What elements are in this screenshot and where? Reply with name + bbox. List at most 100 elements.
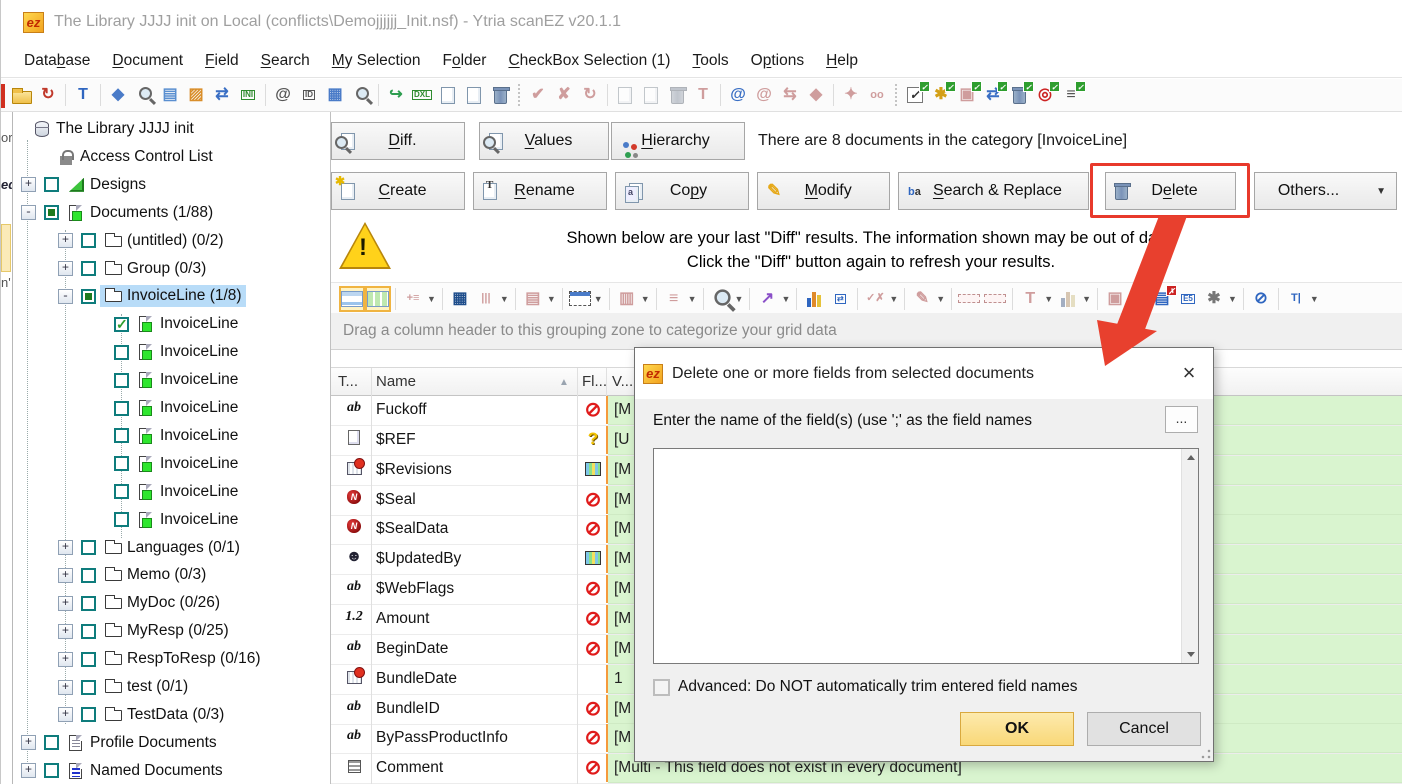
tree-item-myresp[interactable]: +MyResp (0/25) (13, 617, 331, 645)
delete-selection-icon[interactable]: ✓ (1006, 82, 1032, 108)
menu-field[interactable]: Field (194, 46, 250, 76)
diamond-document-icon[interactable]: ◆ (803, 82, 829, 108)
tree-checkbox-empty[interactable] (114, 512, 129, 527)
tree-checkbox-empty[interactable] (81, 568, 96, 583)
layout-classic-icon[interactable] (339, 286, 365, 312)
dialog-close-icon[interactable]: × (1175, 360, 1203, 388)
tree-item-resptoresp[interactable]: +RespToResp (0/16) (13, 645, 331, 673)
tree-checkbox-checked[interactable] (114, 317, 129, 332)
new-document-icon[interactable] (435, 82, 461, 108)
diff-button[interactable]: Diff. (331, 122, 465, 160)
expand-icon[interactable]: + (58, 540, 73, 555)
tree-item-database-root[interactable]: The Library JJJJ init (13, 115, 331, 143)
database-analysis-icon[interactable]: ▤ (157, 82, 183, 108)
dropdown-caret-icon[interactable]: ▼ (936, 294, 945, 304)
collapse-icon[interactable]: - (21, 205, 36, 220)
create-button[interactable]: ✱Create (331, 172, 465, 210)
column-options-icon[interactable]: ▦ (447, 286, 473, 312)
target-selection-icon[interactable]: ◎✓ (1032, 82, 1058, 108)
create-document-icon[interactable] (612, 82, 638, 108)
grid-header-value[interactable]: V... (612, 373, 633, 390)
dropdown-caret-icon[interactable]: ▼ (427, 294, 436, 304)
tree-item-memo[interactable]: +Memo (0/3) (13, 561, 331, 589)
find-documents-icon[interactable]: oo (864, 82, 890, 108)
tree-checkbox-empty[interactable] (114, 373, 129, 388)
dropdown-caret-icon[interactable]: ▼ (1310, 294, 1319, 304)
tree-checkbox-filled[interactable] (81, 289, 96, 304)
search-replace-button[interactable]: baSearch & Replace (898, 172, 1089, 210)
tree-checkbox-empty[interactable] (44, 763, 59, 778)
tree-checkbox-empty[interactable] (81, 233, 96, 248)
discard-changes-icon[interactable]: ✘ (551, 82, 577, 108)
dropdown-caret-icon[interactable]: ▼ (889, 294, 898, 304)
diamond-navigator-icon[interactable]: ◆ (105, 82, 131, 108)
layout-full-grid-icon[interactable] (365, 286, 391, 312)
tree-item-documents[interactable]: -Documents (1/88) (13, 199, 331, 227)
tree-item-invoiceline-doc[interactable]: InvoiceLine (13, 506, 331, 534)
open-database-icon[interactable] (9, 82, 35, 108)
reload-selection-icon[interactable]: ↻ (577, 82, 603, 108)
commit-changes-icon[interactable]: ✔ (525, 82, 551, 108)
expand-icon[interactable]: + (21, 763, 36, 778)
tree-checkbox-empty[interactable] (81, 261, 96, 276)
tree-item-invoiceline-doc[interactable]: InvoiceLine (13, 478, 331, 506)
row-bands-icon[interactable]: ▤ (520, 286, 546, 312)
tree-checkbox-empty[interactable] (114, 428, 129, 443)
menu-search[interactable]: Search (250, 46, 321, 76)
browse-fields-button[interactable]: ... (1165, 406, 1198, 433)
menu-tools[interactable]: Tools (681, 46, 739, 76)
tree-checkbox-empty[interactable] (114, 401, 129, 416)
audit-database-icon[interactable] (131, 82, 157, 108)
title-options-icon[interactable]: T (70, 82, 96, 108)
mail-document-icon[interactable]: @ (751, 82, 777, 108)
dropdown-caret-icon[interactable]: ▼ (735, 294, 744, 304)
tree-item-mydoc[interactable]: +MyDoc (0/26) (13, 589, 331, 617)
tree-item-invoiceline-doc[interactable]: InvoiceLine (13, 422, 331, 450)
grouping-drop-zone[interactable]: Drag a column header to this grouping zo… (331, 313, 1402, 350)
paste-append-icon[interactable]: ≡ (661, 286, 687, 312)
tree-item-invoiceline-doc[interactable]: InvoiceLine (13, 310, 331, 338)
tree-checkbox-empty[interactable] (44, 177, 59, 192)
retitle-document-icon[interactable]: T (690, 82, 716, 108)
selection-report-icon[interactable]: ≡✓ (1058, 82, 1084, 108)
new-form-document-icon[interactable] (461, 82, 487, 108)
expand-icon[interactable]: + (58, 652, 73, 667)
chart-icon[interactable] (801, 286, 827, 312)
refresh-row-icon[interactable] (982, 286, 1008, 312)
add-delete-rows-icon[interactable]: ▤✗ (1149, 286, 1175, 312)
scroll-down-icon[interactable] (1182, 646, 1199, 663)
dropdown-caret-icon[interactable]: ▼ (594, 294, 603, 304)
tree-checkbox-empty[interactable] (114, 345, 129, 360)
copy-database-icon[interactable]: ⇄ (209, 82, 235, 108)
cancel-button[interactable]: Cancel (1087, 712, 1201, 746)
grouping-options-icon[interactable]: +≡ (400, 286, 426, 312)
others-button[interactable]: Others...▼ (1254, 172, 1397, 210)
tree-item-invoiceline-doc[interactable]: InvoiceLine (13, 394, 331, 422)
tree-checkbox-empty[interactable] (81, 652, 96, 667)
tree-item-named-documents[interactable]: +Named Documents (13, 757, 331, 784)
collapse-icon[interactable]: - (58, 289, 73, 304)
select-by-form-icon[interactable]: ✱✓ (928, 82, 954, 108)
dialog-title-bar[interactable]: ez Delete one or more fields from select… (635, 348, 1213, 399)
expand-icon[interactable]: + (58, 233, 73, 248)
column-width-icon[interactable]: T| (1283, 286, 1309, 312)
search-address-icon[interactable]: @ (270, 82, 296, 108)
menu-help[interactable]: Help (815, 46, 869, 76)
tree-checkbox-empty[interactable] (114, 484, 129, 499)
tree-item-acl[interactable]: Access Control List (13, 143, 331, 171)
search-unid-icon[interactable]: ID (296, 82, 322, 108)
tree-item-designs[interactable]: +Designs (13, 171, 331, 199)
fit-grid-icon[interactable]: ⇄ (827, 286, 853, 312)
expand-icon[interactable]: + (58, 261, 73, 276)
ini-file-icon[interactable]: INI (235, 82, 261, 108)
expand-icon[interactable]: + (21, 735, 36, 750)
tree-checkbox-empty[interactable] (114, 456, 129, 471)
clear-filter-icon[interactable]: ⊘ (1248, 286, 1274, 312)
form-mail-icon[interactable]: @ (725, 82, 751, 108)
scroll-up-icon[interactable] (1182, 449, 1199, 466)
tree-item-profile-documents[interactable]: +Profile Documents (13, 729, 331, 757)
expand-icon[interactable]: + (58, 707, 73, 722)
tree-item-invoiceline-doc[interactable]: InvoiceLine (13, 338, 331, 366)
tree-item-test[interactable]: +test (0/1) (13, 673, 331, 701)
tree-checkbox-empty[interactable] (81, 596, 96, 611)
